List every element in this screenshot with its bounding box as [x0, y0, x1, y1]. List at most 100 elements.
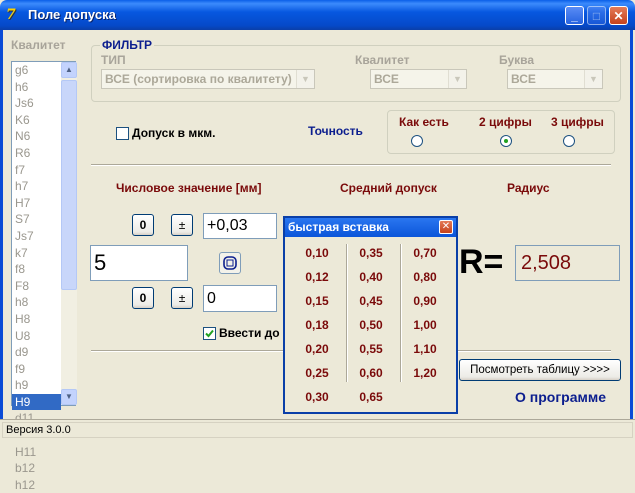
quick-value-button[interactable]: 0,25 — [297, 363, 337, 383]
filter-title: ФИЛЬТР — [100, 38, 155, 52]
letter-label: Буква — [499, 53, 535, 67]
kvalitet-combo: ВСЕ ▼ — [370, 69, 467, 89]
maximize-button: □ — [587, 6, 606, 25]
precision-2-radio[interactable] — [500, 135, 512, 147]
quick-value-button[interactable]: 0,18 — [297, 315, 337, 335]
quick-value-button[interactable]: 1,00 — [405, 315, 445, 335]
scroll-thumb[interactable] — [61, 80, 77, 290]
quick-value-button[interactable]: 0,30 — [297, 387, 337, 407]
popup-value-grid: 0,10 0,12 0,15 0,18 0,20 0,25 0,30 0,35 0,40 0,45… — [285, 243, 456, 411]
list-item[interactable]: H9 — [12, 393, 61, 411]
microns-checkbox[interactable] — [116, 127, 129, 140]
list-item[interactable]: b12 — [12, 460, 61, 477]
precision-label: Точность — [308, 124, 363, 138]
quick-value-button[interactable]: 0,90 — [405, 291, 445, 311]
upper-zero-button[interactable]: 0 — [132, 214, 154, 236]
list-item[interactable]: h7 — [12, 178, 61, 195]
quick-value-button[interactable]: 0,80 — [405, 267, 445, 287]
radius-header: Радиус — [507, 181, 550, 195]
popup-close-button[interactable]: ✕ — [439, 220, 453, 234]
list-item[interactable]: d9 — [12, 344, 61, 361]
kvalitet-combo-value: ВСЕ — [374, 72, 399, 86]
numeric-header: Числовое значение [мм] — [116, 181, 262, 195]
quick-value-button[interactable]: 0,60 — [351, 363, 391, 383]
list-item[interactable]: h8 — [12, 294, 61, 311]
lower-plusminus-button[interactable]: ± — [171, 287, 193, 309]
nominal-value-input[interactable]: 5 — [90, 245, 188, 281]
quick-value-button[interactable]: 0,40 — [351, 267, 391, 287]
list-item[interactable]: H8 — [12, 311, 61, 328]
type-label: ТИП — [101, 53, 126, 67]
title-bar[interactable]: 7 Поле допуска _ □ ✕ — [0, 0, 635, 30]
list-item[interactable]: h12 — [12, 477, 61, 493]
scroll-up-button[interactable]: ▲ — [61, 62, 77, 78]
list-item[interactable]: Js7 — [12, 228, 61, 245]
quick-value-button[interactable]: 0,15 — [297, 291, 337, 311]
quick-value-button[interactable]: 0,65 — [351, 387, 391, 407]
list-item[interactable]: U8 — [12, 328, 61, 345]
list-item[interactable]: R6 — [12, 145, 61, 162]
enter-checkbox[interactable] — [203, 327, 216, 340]
quick-insert-popup: быстрая вставка ✕ 0,10 0,12 0,15 0,18 0,20 0,… — [283, 216, 458, 414]
list-item[interactable]: H7 — [12, 195, 61, 212]
radius-value: 2,508 — [515, 245, 620, 281]
view-table-button[interactable]: Посмотреть таблицу >>>> — [459, 359, 621, 381]
upper-plusminus-button[interactable]: ± — [171, 214, 193, 236]
list-item[interactable]: g6 — [12, 62, 61, 79]
popup-title-bar[interactable]: быстрая вставка ✕ — [285, 218, 456, 237]
refresh-button[interactable] — [219, 252, 241, 274]
quick-value-button[interactable]: 0,70 — [405, 243, 445, 263]
list-item[interactable]: f7 — [12, 162, 61, 179]
list-scrollbar[interactable]: ▲ ▼ — [61, 62, 77, 405]
chevron-down-icon: ▼ — [584, 70, 602, 88]
type-combo-value: ВСЕ (сортировка по квалитету) — [105, 72, 292, 86]
cycle-icon — [223, 256, 237, 270]
quick-value-button[interactable]: 0,35 — [351, 243, 391, 263]
about-link[interactable]: О программе — [515, 389, 606, 405]
app-icon: 7 — [6, 7, 16, 23]
list-item[interactable]: Js6 — [12, 95, 61, 112]
upper-tolerance-input[interactable]: +0,03 — [203, 213, 277, 239]
divider-top — [91, 164, 611, 166]
lower-zero-button[interactable]: 0 — [132, 287, 154, 309]
checkmark-icon — [205, 329, 214, 338]
list-item[interactable]: K6 — [12, 112, 61, 129]
kvalitet-listbox[interactable]: g6 h6 Js6 K6 N6 R6 f7 h7 H7 S7 Js7 k7 f8 F8 h8 H8 U8 d9 f9… — [11, 61, 77, 492]
list-item[interactable]: H11 — [12, 444, 61, 461]
list-item[interactable]: f9 — [12, 361, 61, 378]
radius-prefix: R= — [459, 243, 504, 281]
precision-as-is-label: Как есть — [399, 115, 449, 129]
close-button[interactable]: ✕ — [609, 6, 628, 25]
status-bar: Версия 3.0.0 — [0, 419, 635, 440]
list-item[interactable]: F8 — [12, 278, 61, 295]
minimize-button[interactable]: _ — [565, 6, 584, 25]
quick-value-button[interactable]: 0,55 — [351, 339, 391, 359]
kvalitet-filter-label: Квалитет — [355, 53, 410, 67]
list-item[interactable]: k7 — [12, 245, 61, 262]
list-item[interactable]: N6 — [12, 128, 61, 145]
precision-3-radio[interactable] — [563, 135, 575, 147]
quick-value-button[interactable]: 0,45 — [351, 291, 391, 311]
list-item[interactable]: f8 — [12, 261, 61, 278]
chevron-down-icon: ▼ — [296, 70, 314, 88]
popup-title: быстрая вставка — [288, 220, 389, 234]
quick-value-button[interactable]: 0,20 — [297, 339, 337, 359]
quick-value-button[interactable]: 0,10 — [297, 243, 337, 263]
quick-value-button[interactable]: 1,20 — [405, 363, 445, 383]
quick-value-button[interactable]: 1,10 — [405, 339, 445, 359]
window-title: Поле допуска — [28, 7, 116, 22]
lower-tolerance-input[interactable]: 0 — [203, 285, 277, 312]
quick-value-button[interactable]: 0,50 — [351, 315, 391, 335]
precision-2-label: 2 цифры — [479, 115, 532, 129]
quick-value-button[interactable]: 0,12 — [297, 267, 337, 287]
enter-label: Ввести до — [219, 326, 280, 340]
precision-as-is-radio[interactable] — [411, 135, 423, 147]
list-item[interactable]: S7 — [12, 211, 61, 228]
list-item[interactable]: h9 — [12, 377, 61, 394]
type-combo: ВСЕ (сортировка по квалитету) ▼ — [101, 69, 315, 89]
letter-combo-value: ВСЕ — [511, 72, 536, 86]
precision-3-label: 3 цифры — [551, 115, 604, 129]
list-item[interactable]: h6 — [12, 79, 61, 96]
version-label: Версия 3.0.0 — [2, 422, 633, 438]
scroll-down-button[interactable]: ▼ — [61, 389, 77, 405]
